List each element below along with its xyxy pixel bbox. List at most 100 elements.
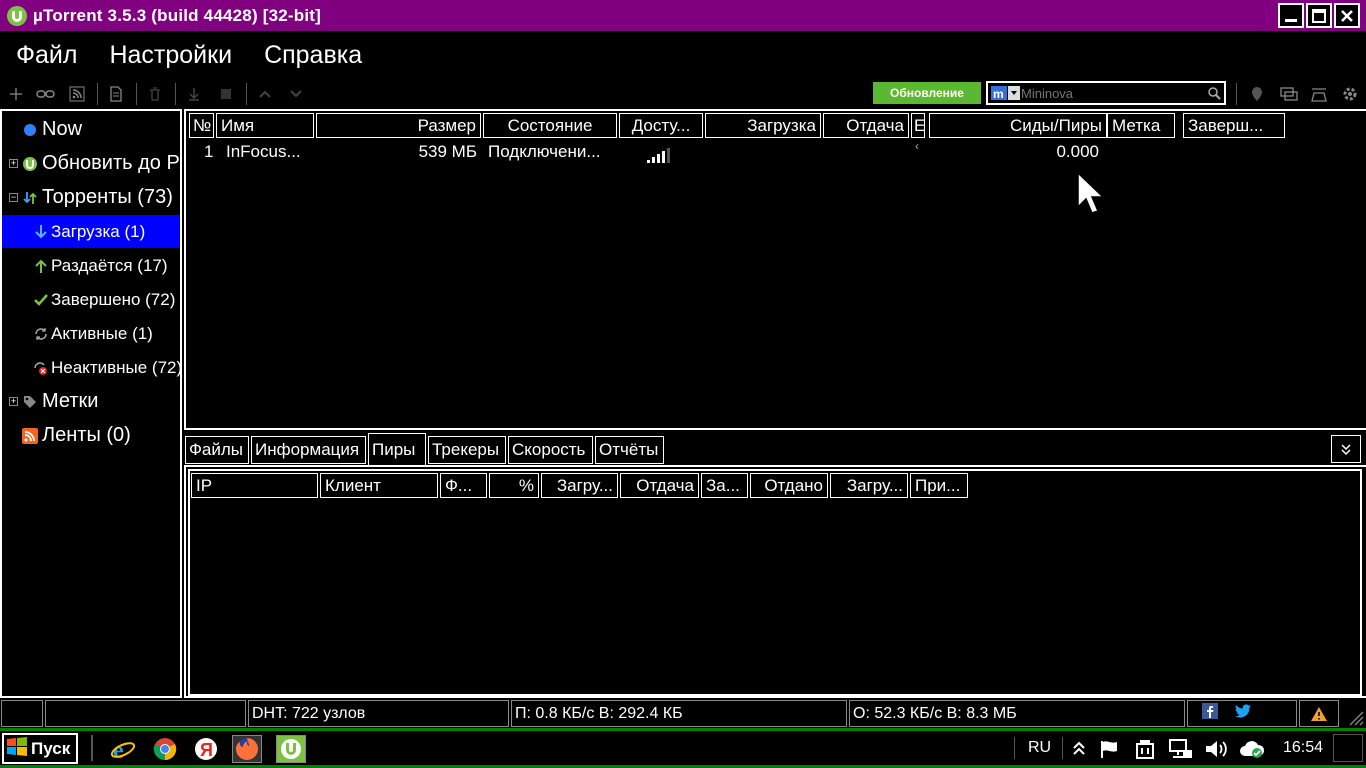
minimize-button[interactable] [1278, 3, 1304, 28]
device-icon[interactable] [1309, 84, 1329, 104]
tab-files[interactable]: Файлы [185, 436, 249, 464]
tab-peers[interactable]: Пиры [368, 433, 426, 465]
tab-speed[interactable]: Скорость [508, 436, 593, 464]
tab-trackers[interactable]: Трекеры [428, 436, 506, 464]
sidebar-item-torrents[interactable]: − Торренты (73) [2, 181, 180, 214]
sidebar-item-active[interactable]: Активные (1) [2, 317, 180, 350]
language-indicator[interactable]: RU [1028, 731, 1051, 765]
column-header-uploaded[interactable]: Отдано [750, 473, 828, 498]
column-header-downloaded[interactable]: Загру... [830, 473, 908, 498]
column-header-availability[interactable]: Досту... [619, 113, 703, 138]
stop-icon[interactable] [216, 84, 236, 104]
torrent-list[interactable]: № Имя Размер Состояние Досту... Загрузка… [184, 109, 1366, 430]
column-header-completed[interactable]: Заверш... [1183, 113, 1285, 138]
windows-logo-icon [6, 736, 28, 761]
column-header-ip[interactable]: IP [191, 473, 318, 498]
title-bar[interactable]: µTorrent 3.5.3 (build 44428) [32-bit] [0, 0, 1366, 31]
facebook-icon[interactable] [1202, 703, 1218, 724]
start-button[interactable]: Пуск [2, 733, 78, 764]
sidebar-item-seeding[interactable]: Раздаётся (17) [2, 249, 180, 282]
tab-logs[interactable]: Отчёты [595, 436, 664, 464]
maximize-icon [1312, 8, 1326, 23]
chat-icon[interactable] [1279, 84, 1299, 104]
column-header-num[interactable]: № [189, 113, 214, 138]
column-header-status[interactable]: Состояние [483, 113, 617, 138]
start-download-icon[interactable] [184, 84, 204, 104]
column-header-eta[interactable]: E [911, 113, 925, 138]
show-desktop-button[interactable] [1333, 734, 1363, 762]
firefox-icon[interactable] [232, 735, 262, 763]
peers-pane: IP Клиент Ф... % Загру... Отдача За... О… [184, 465, 1366, 698]
close-button[interactable] [1334, 3, 1360, 28]
peers-table[interactable]: IP Клиент Ф... % Загру... Отдача За... О… [188, 469, 1362, 696]
column-header-flags[interactable]: Ф... [440, 473, 487, 498]
sidebar-item-now[interactable]: Now [2, 113, 180, 146]
column-header-label[interactable]: Метка [1107, 113, 1175, 138]
status-dht[interactable]: DHT: 722 узлов [248, 700, 509, 727]
gear-icon[interactable] [1340, 84, 1360, 104]
chrome-icon[interactable] [150, 735, 180, 763]
search-icon[interactable] [1204, 86, 1224, 100]
tab-info[interactable]: Информация [251, 436, 366, 464]
add-torrent-icon[interactable] [6, 84, 26, 104]
column-header-size[interactable]: Размер [316, 113, 481, 138]
expand-icon[interactable]: + [9, 397, 18, 406]
move-down-icon[interactable] [286, 84, 306, 104]
sidebar-item-labels[interactable]: + Метки [2, 385, 180, 418]
menu-help[interactable]: Справка [264, 41, 362, 70]
menu-settings[interactable]: Настройки [109, 41, 232, 70]
svg-text:m: m [993, 87, 1004, 101]
usb-device-icon[interactable] [1130, 735, 1160, 763]
row-status: Подключени... [488, 142, 601, 161]
status-warning[interactable] [1299, 700, 1339, 727]
update-button[interactable]: Обновление [873, 82, 981, 104]
menu-file[interactable]: Файл [16, 41, 77, 70]
column-header-percent[interactable]: % [489, 473, 539, 498]
sidebar-item-downloading[interactable]: Загрузка (1) [2, 215, 180, 248]
clock[interactable]: 16:54 [1283, 731, 1323, 765]
status-upload[interactable]: О: 52.3 КБ/с В: 8.3 МБ [849, 700, 1185, 727]
cloud-sync-icon[interactable] [1237, 735, 1267, 763]
internet-explorer-icon[interactable]: e [108, 735, 138, 763]
search-box[interactable]: m [986, 81, 1226, 105]
column-header-requests[interactable]: За... [701, 473, 748, 498]
category-sidebar[interactable]: Now + Обновить до Pro − Торренты (73) За… [0, 109, 182, 698]
sidebar-item-feeds[interactable]: Ленты (0) [2, 419, 180, 452]
volume-icon[interactable] [1201, 735, 1231, 763]
column-header-client[interactable]: Клиент [320, 473, 438, 498]
collapse-icon[interactable]: − [9, 193, 18, 202]
create-torrent-icon[interactable] [106, 84, 126, 104]
maximize-button[interactable] [1306, 3, 1332, 28]
sidebar-item-completed[interactable]: Завершено (72) [2, 283, 180, 316]
expand-icon[interactable]: + [9, 159, 18, 168]
yandex-browser-icon[interactable]: Я [191, 735, 221, 763]
column-header-peer-download[interactable]: Загру... [541, 473, 618, 498]
move-up-icon[interactable] [255, 84, 275, 104]
svg-text:Я: Я [200, 740, 213, 760]
utorrent-taskbar-icon[interactable] [276, 735, 306, 763]
column-header-name[interactable]: Имя [216, 113, 314, 138]
column-header-reason[interactable]: При... [910, 473, 968, 498]
rss-icon [22, 427, 38, 444]
rss-icon[interactable] [67, 84, 87, 104]
show-hidden-icons-icon[interactable] [1064, 735, 1094, 763]
action-center-flag-icon[interactable] [1095, 735, 1125, 763]
add-link-icon[interactable] [36, 84, 56, 104]
refresh-icon [33, 326, 49, 342]
window-title: µTorrent 3.5.3 (build 44428) [32-bit] [33, 5, 321, 25]
remote-icon[interactable] [1247, 84, 1267, 104]
sidebar-item-inactive[interactable]: Неактивные (72) [2, 351, 180, 384]
column-header-peer-upload[interactable]: Отдача [620, 473, 699, 498]
search-engine-selector[interactable]: m [991, 84, 1021, 102]
column-header-download[interactable]: Загрузка [705, 113, 821, 138]
column-header-seeds-peers[interactable]: Сиды/Пиры [929, 113, 1107, 138]
collapse-pane-button[interactable] [1331, 435, 1361, 463]
delete-icon[interactable] [145, 84, 165, 104]
network-icon[interactable] [1166, 735, 1196, 763]
mouse-cursor-icon [1076, 171, 1106, 222]
status-download[interactable]: П: 0.8 КБ/с В: 292.4 КБ [511, 700, 847, 727]
search-input[interactable] [1021, 85, 1204, 101]
sidebar-item-update-pro[interactable]: + Обновить до Pro [2, 147, 180, 180]
twitter-icon[interactable] [1234, 703, 1252, 724]
column-header-upload[interactable]: Отдача [823, 113, 909, 138]
